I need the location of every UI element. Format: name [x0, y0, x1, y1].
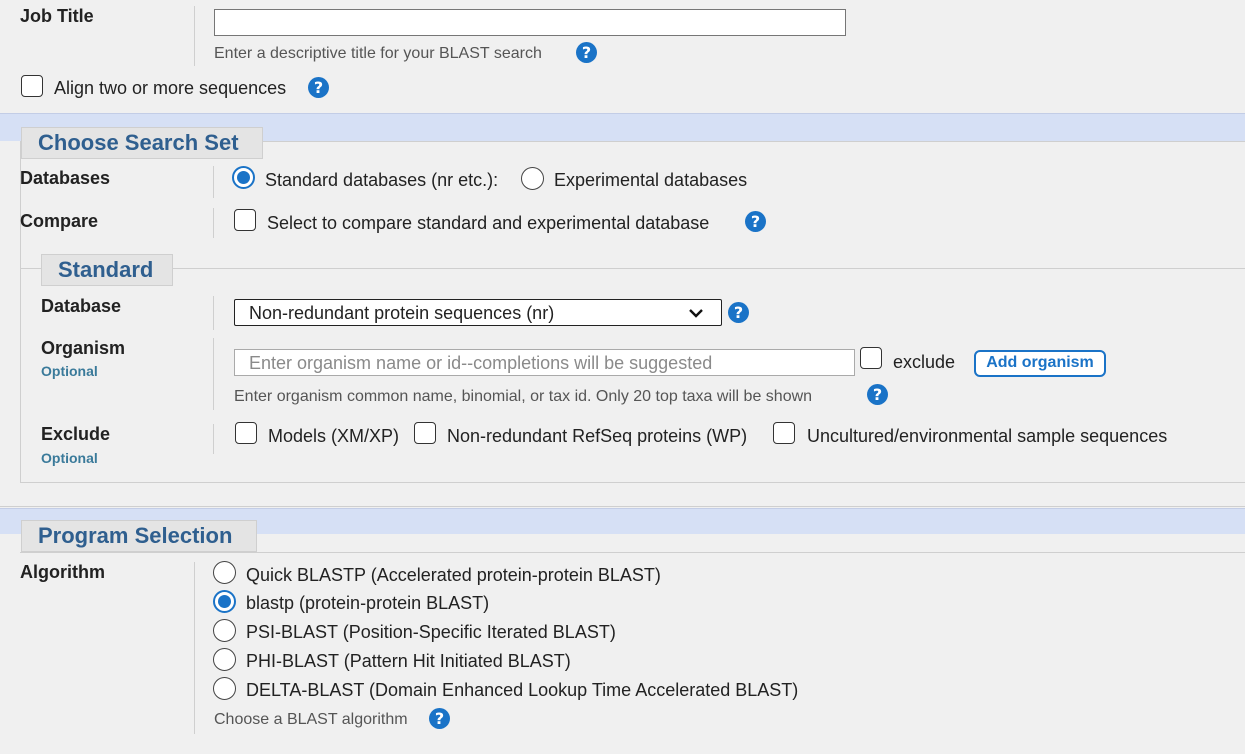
help-question-icon[interactable]: ? [867, 384, 888, 405]
algorithm-option-label: PSI-BLAST (Position-Specific Iterated BL… [246, 622, 616, 642]
database-label: Database [41, 296, 122, 316]
organism-optional-label: Optional [41, 363, 98, 379]
help-question-icon[interactable]: ? [308, 77, 329, 98]
organism-exclude-checkbox[interactable] [860, 347, 882, 369]
compare-checkbox[interactable] [234, 209, 256, 231]
standard-db-radio[interactable] [232, 166, 255, 189]
algorithm-option-label: DELTA-BLAST (Domain Enhanced Lookup Time… [246, 680, 799, 700]
organism-hint: Enter organism common name, binomial, or… [234, 388, 813, 405]
algorithm-psi-blast-radio[interactable] [213, 619, 236, 642]
standard-legend: Standard [41, 254, 173, 286]
databases-label: Databases [20, 168, 111, 188]
experimental-db-label: Experimental databases [554, 170, 748, 190]
compare-option-label: Select to compare standard and experimen… [267, 213, 710, 233]
help-question-icon[interactable]: ? [728, 302, 749, 323]
organism-exclude-label: exclude [893, 352, 956, 372]
exclude-models-label: Models (XM/XP) [268, 426, 400, 446]
exclude-models-checkbox[interactable] [235, 422, 257, 444]
divider [213, 424, 214, 454]
section-separator [0, 506, 1245, 507]
organism-label: Organism [41, 338, 126, 358]
algorithm-quick-blastp-radio[interactable] [213, 561, 236, 584]
standard-db-label: Standard databases (nr etc.): [265, 170, 499, 190]
fieldset-top-border [20, 552, 1245, 553]
organism-placeholder: Enter organism name or id--completions w… [249, 353, 713, 373]
job-title-hint: Enter a descriptive title for your BLAST… [214, 45, 542, 62]
algorithm-label: Algorithm [20, 562, 105, 582]
experimental-db-radio[interactable] [521, 167, 544, 190]
divider [194, 6, 195, 66]
program-selection-legend: Program Selection [21, 520, 257, 552]
add-organism-button[interactable]: Add organism [974, 350, 1106, 377]
help-question-icon[interactable]: ? [576, 42, 597, 63]
align-two-checkbox[interactable] [21, 75, 43, 97]
help-question-icon[interactable]: ? [429, 708, 450, 729]
blast-form-page: { "job_title": { "label": "Job Title", "… [0, 0, 1245, 754]
help-question-icon[interactable]: ? [745, 211, 766, 232]
exclude-optional-label: Optional [41, 450, 98, 466]
algorithm-phi-blast-radio[interactable] [213, 648, 236, 671]
divider [213, 296, 214, 330]
algorithm-option-label: PHI-BLAST (Pattern Hit Initiated BLAST) [246, 651, 571, 671]
algorithm-hint: Choose a BLAST algorithm [214, 711, 408, 728]
algorithm-blastp-radio[interactable] [213, 590, 236, 613]
database-select-value: Non-redundant protein sequences (nr) [249, 303, 555, 323]
align-two-label: Align two or more sequences [54, 78, 287, 98]
compare-label: Compare [20, 211, 99, 231]
database-select[interactable]: Non-redundant protein sequences (nr) [234, 299, 722, 326]
divider [194, 562, 195, 734]
exclude-refseq-label: Non-redundant RefSeq proteins (WP) [447, 426, 748, 446]
exclude-refseq-checkbox[interactable] [414, 422, 436, 444]
exclude-uncultured-label: Uncultured/environmental sample sequence… [807, 426, 1168, 446]
divider [213, 166, 214, 198]
search-set-legend: Choose Search Set [21, 127, 263, 159]
job-title-label: Job Title [20, 6, 94, 26]
chevron-down-icon [689, 309, 703, 318]
divider [213, 208, 214, 238]
job-title-input[interactable] [214, 9, 846, 36]
exclude-label: Exclude [41, 424, 111, 444]
algorithm-delta-blast-radio[interactable] [213, 677, 236, 700]
divider [213, 338, 214, 410]
algorithm-option-label: Quick BLASTP (Accelerated protein-protei… [246, 565, 661, 585]
exclude-uncultured-checkbox[interactable] [773, 422, 795, 444]
organism-input[interactable]: Enter organism name or id--completions w… [234, 349, 855, 376]
algorithm-option-label: blastp (protein-protein BLAST) [246, 593, 490, 613]
